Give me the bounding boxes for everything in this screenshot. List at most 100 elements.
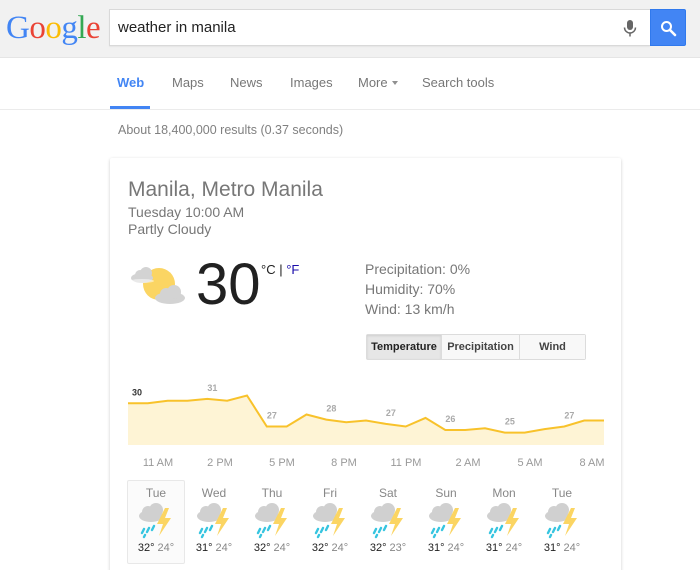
- logo-letter: l: [77, 10, 87, 46]
- thunderstorm-icon: [139, 503, 171, 539]
- low-temp: 24°: [157, 542, 175, 554]
- current-temperature: 30: [196, 252, 261, 317]
- x-tick-label: 11 AM: [143, 457, 173, 469]
- forecast-day[interactable]: Wed 31° 24°: [185, 480, 243, 564]
- search-box: [109, 9, 650, 46]
- x-tick-label: 2 PM: [207, 457, 233, 469]
- logo-letter: G: [6, 10, 30, 46]
- google-logo[interactable]: Google: [6, 9, 101, 47]
- day-temps: 32° 24°: [128, 542, 184, 554]
- data-label: 30: [132, 387, 142, 397]
- data-label: 28: [326, 404, 336, 414]
- weather-details: Precipitation: 0% Humidity: 70% Wind: 13…: [365, 259, 470, 319]
- x-tick-label: 5 AM: [517, 457, 542, 469]
- tab-more-label: More: [358, 75, 388, 90]
- caret-down-icon: [391, 80, 398, 85]
- tab-maps[interactable]: Maps: [172, 75, 204, 90]
- high-temp: 31°: [427, 542, 445, 554]
- forecast-day[interactable]: Fri 32° 24°: [301, 480, 359, 564]
- magnifier-icon: [661, 21, 677, 37]
- day-temps: 32° 23°: [360, 542, 416, 554]
- tab-images[interactable]: Images: [290, 75, 333, 90]
- forecast-day[interactable]: Sat 32° 23°: [359, 480, 417, 564]
- forecast-day[interactable]: Tue 31° 24°: [533, 480, 591, 564]
- humidity-value: Humidity: 70%: [365, 281, 456, 297]
- day-temps: 31° 24°: [476, 542, 532, 554]
- thunderstorm-icon: [197, 503, 229, 539]
- search-input[interactable]: [118, 10, 598, 45]
- day-name: Sun: [435, 486, 457, 500]
- tab-search-tools[interactable]: Search tools: [422, 75, 494, 90]
- data-label: 27: [564, 411, 574, 421]
- tab-more[interactable]: More: [358, 75, 398, 90]
- low-temp: 24°: [273, 542, 291, 554]
- thunderstorm-icon: [255, 503, 287, 539]
- high-temp: 32°: [369, 542, 387, 554]
- day-name: Tue: [145, 486, 167, 500]
- temperature-toggle[interactable]: Temperature: [367, 335, 442, 359]
- day-temps: 31° 24°: [534, 542, 590, 554]
- thunderstorm-icon: [313, 503, 345, 539]
- high-temp: 31°: [485, 542, 503, 554]
- weather-card: Manila, Metro Manila Tuesday 10:00 AM Pa…: [110, 158, 621, 570]
- x-tick-label: 5 PM: [269, 457, 295, 469]
- x-tick-label: 2 AM: [455, 457, 480, 469]
- logo-letter: o: [29, 10, 46, 46]
- high-temp: 32°: [137, 542, 155, 554]
- daily-forecast: Tue 32° 24° Wed 31° 24° Thu 32° 24° Fri 32° 24° Sat 3…: [127, 480, 607, 564]
- data-label: 25: [505, 417, 515, 427]
- unit-switcher: °C | °F: [261, 262, 299, 277]
- thunderstorm-icon: [487, 503, 519, 539]
- top-bar: Google: [0, 0, 700, 58]
- unit-fahrenheit[interactable]: °F: [286, 262, 299, 277]
- high-temp: 31°: [543, 542, 561, 554]
- thunderstorm-icon: [545, 503, 577, 539]
- microphone-icon[interactable]: [620, 18, 640, 38]
- hourly-temperature-chart[interactable]: 30 31 27 28 27 26 25 27 11 AM 2 PM 5 PM 8 PM 11 PM 2 …: [128, 376, 604, 471]
- search-button[interactable]: [650, 9, 686, 46]
- day-name: Tue: [551, 486, 573, 500]
- data-label: 31: [207, 383, 217, 393]
- forecast-day[interactable]: Tue 32° 24°: [127, 480, 185, 564]
- forecast-day[interactable]: Thu 32° 24°: [243, 480, 301, 564]
- high-temp: 32°: [311, 542, 329, 554]
- day-temps: 31° 24°: [418, 542, 474, 554]
- tab-web[interactable]: Web: [117, 75, 144, 90]
- thunderstorm-icon: [371, 503, 403, 539]
- x-tick-label: 8 AM: [579, 457, 604, 469]
- day-temps: 32° 24°: [244, 542, 300, 554]
- logo-letter: g: [61, 10, 78, 46]
- unit-celsius[interactable]: °C: [261, 262, 276, 277]
- logo-letter: o: [45, 10, 62, 46]
- day-name: Mon: [492, 486, 516, 500]
- low-temp: 24°: [563, 542, 581, 554]
- day-temps: 32° 24°: [302, 542, 358, 554]
- low-temp: 24°: [447, 542, 465, 554]
- day-temps: 31° 24°: [186, 542, 242, 554]
- chart-mode-selector: Temperature Precipitation Wind: [366, 334, 586, 360]
- low-temp: 23°: [389, 542, 407, 554]
- precipitation-value: Precipitation: 0%: [365, 261, 471, 277]
- x-tick-label: 8 PM: [331, 457, 357, 469]
- day-name: Fri: [323, 486, 337, 500]
- forecast-day[interactable]: Mon 31° 24°: [475, 480, 533, 564]
- precipitation-toggle[interactable]: Precipitation: [442, 335, 520, 359]
- active-tab-indicator: [110, 106, 150, 109]
- weather-datetime: Tuesday 10:00 AM: [128, 204, 245, 220]
- day-name: Thu: [261, 486, 283, 500]
- x-tick-label: 11 PM: [391, 457, 422, 469]
- day-name: Wed: [201, 486, 227, 500]
- search-nav-tabs: Web Maps News Images More Search tools: [0, 58, 700, 110]
- forecast-day[interactable]: Sun 31° 24°: [417, 480, 475, 564]
- unit-separator: |: [275, 262, 287, 277]
- low-temp: 24°: [331, 542, 349, 554]
- result-stats: About 18,400,000 results (0.37 seconds): [118, 123, 344, 137]
- thunderstorm-icon: [429, 503, 461, 539]
- low-temp: 24°: [505, 542, 523, 554]
- data-label: 26: [445, 414, 455, 424]
- low-temp: 24°: [215, 542, 233, 554]
- weather-location[interactable]: Manila, Metro Manila: [128, 178, 323, 202]
- wind-toggle[interactable]: Wind: [520, 335, 585, 359]
- tab-news[interactable]: News: [230, 75, 263, 90]
- weather-condition: Partly Cloudy: [128, 221, 212, 237]
